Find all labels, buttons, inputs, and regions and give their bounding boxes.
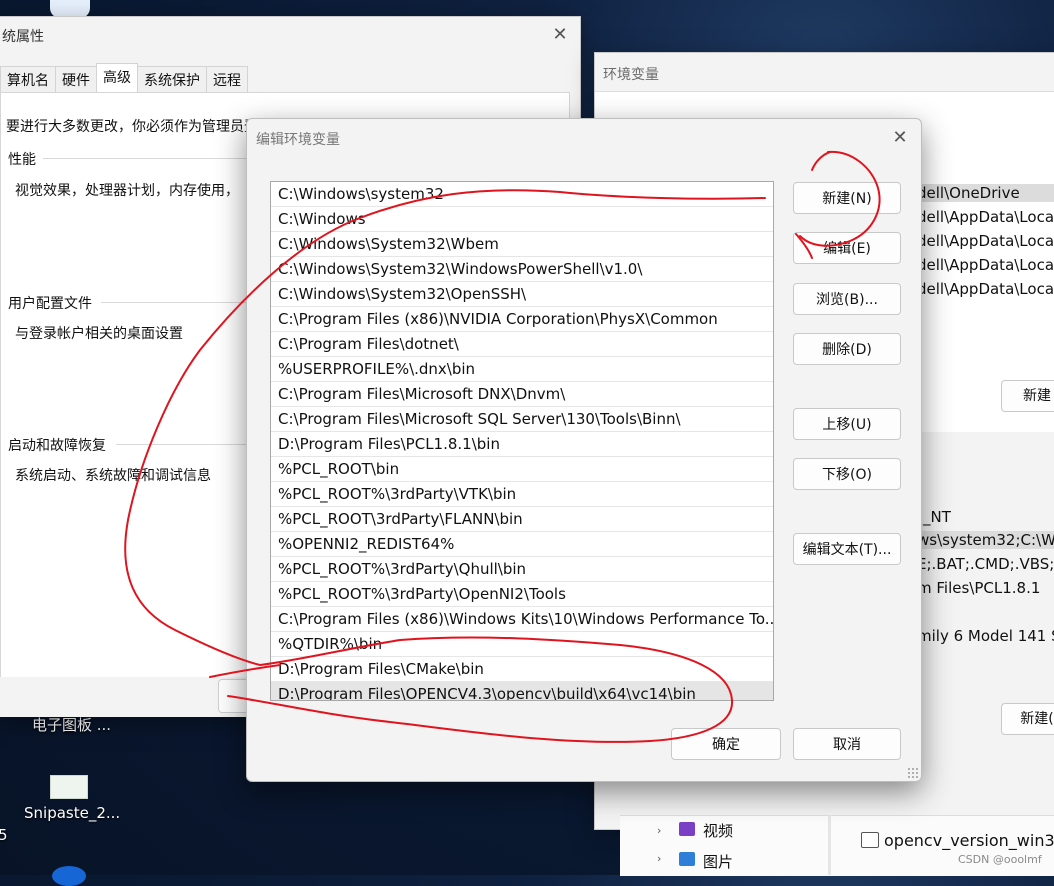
- ok-button[interactable]: 确定: [671, 728, 781, 760]
- tab-computer-name[interactable]: 算机名: [0, 66, 56, 92]
- system-variable-row[interactable]: ws\system32;C:\Wi: [917, 531, 1054, 549]
- cancel-button[interactable]: 取消: [793, 728, 901, 760]
- path-list-item[interactable]: %OPENNI2_REDIST64%: [271, 532, 773, 557]
- path-list-item[interactable]: %QTDIR%\bin: [271, 632, 773, 657]
- group-title-startup-recovery: 启动和故障恢复: [8, 438, 106, 454]
- video-folder-icon: [679, 822, 695, 836]
- move-down-button[interactable]: 下移(O): [793, 458, 901, 490]
- snipaste-thumbnail-icon[interactable]: [50, 775, 88, 799]
- desktop-icon-label-snipaste[interactable]: Snipaste_2...: [24, 804, 120, 822]
- path-list-item[interactable]: D:\Program Files\PCL1.8.1\bin: [271, 432, 773, 457]
- user-variable-row[interactable]: dell\OneDrive: [917, 184, 1054, 202]
- tab-system-protection[interactable]: 系统保护: [137, 66, 207, 92]
- exe-file-icon: [861, 832, 879, 848]
- path-list-item[interactable]: %PCL_ROOT%\3rdParty\Qhull\bin: [271, 557, 773, 582]
- path-list-item[interactable]: C:\Windows\system32: [271, 182, 773, 207]
- nav-item-videos[interactable]: 视频: [703, 820, 733, 841]
- delete-button[interactable]: 删除(D): [793, 333, 901, 365]
- group-text-startup-recovery: 系统启动、系统故障和调试信息: [15, 468, 211, 484]
- admin-notice: 要进行大多数更改，你必须作为管理员登录。: [6, 119, 286, 135]
- system-variable-row[interactable]: mily 6 Model 141 S: [917, 627, 1054, 645]
- pictures-folder-icon: [679, 852, 695, 866]
- user-new-button[interactable]: 新建: [1001, 380, 1054, 412]
- system-variable-row[interactable]: m Files\PCL1.8.1: [917, 579, 1040, 597]
- user-variable-row[interactable]: dell\AppData\Loca: [917, 232, 1054, 250]
- chevron-right-icon[interactable]: ›: [657, 824, 661, 837]
- tab-hardware[interactable]: 硬件: [55, 66, 97, 92]
- watermark: CSDN @ooolmf: [958, 853, 1042, 866]
- group-text-user-profiles: 与登录帐户相关的桌面设置: [15, 326, 183, 342]
- browse-button[interactable]: 浏览(B)...: [793, 283, 901, 315]
- group-title-performance: 性能: [8, 152, 36, 168]
- path-list-item[interactable]: %PCL_ROOT\bin: [271, 457, 773, 482]
- path-list-item[interactable]: C:\Program Files (x86)\Windows Kits\10\W…: [271, 607, 773, 632]
- edit-button[interactable]: 编辑(E): [793, 232, 901, 264]
- group-title-user-profiles: 用户配置文件: [8, 296, 92, 312]
- pane-divider[interactable]: [828, 815, 831, 875]
- path-list-item[interactable]: D:\Program Files\CMake\bin: [271, 657, 773, 682]
- path-list-item[interactable]: C:\Program Files\dotnet\: [271, 332, 773, 357]
- system-variable-row[interactable]: E;.BAT;.CMD;.VBS;.V: [917, 555, 1054, 573]
- tab-bar: 算机名 硬件 高级 系统保护 远程: [0, 63, 248, 93]
- path-list-item[interactable]: C:\Windows\System32\OpenSSH\: [271, 282, 773, 307]
- user-variable-row[interactable]: dell\AppData\Loca: [917, 280, 1054, 298]
- nav-item-pictures[interactable]: 图片: [703, 851, 733, 872]
- desktop-icon-label-cad[interactable]: 电子图板 ...: [32, 714, 111, 735]
- window-title: 编辑环境变量: [256, 132, 340, 148]
- tab-remote[interactable]: 远程: [206, 66, 248, 92]
- close-icon[interactable]: ✕: [548, 23, 572, 47]
- tab-advanced[interactable]: 高级: [96, 63, 138, 93]
- path-list-item[interactable]: C:\Program Files (x86)\NVIDIA Corporatio…: [271, 307, 773, 332]
- path-list-item[interactable]: %PCL_ROOT\3rdParty\FLANN\bin: [271, 507, 773, 532]
- path-list-item[interactable]: %USERPROFILE%\.dnx\bin: [271, 357, 773, 382]
- edit-environment-variable-dialog: 编辑环境变量 ✕ C:\Windows\system32 C:\Windows C:…: [246, 118, 922, 782]
- user-variable-row[interactable]: dell\AppData\Loca: [917, 208, 1054, 226]
- path-list-item[interactable]: D:\Program Files\OPENCV4.3\opencv\build\…: [271, 682, 773, 700]
- path-list-item[interactable]: C:\Windows\System32\WindowsPowerShell\v1…: [271, 257, 773, 282]
- window-title: 统属性: [2, 29, 44, 45]
- new-button[interactable]: 新建(N): [793, 182, 901, 214]
- path-list-item[interactable]: %PCL_ROOT%\3rdParty\OpenNI2\Tools: [271, 582, 773, 607]
- system-new-button[interactable]: 新建(: [1001, 703, 1054, 735]
- window-title: 环境变量: [603, 67, 659, 83]
- user-variable-row[interactable]: dell\AppData\Loca: [917, 256, 1054, 274]
- path-list-item[interactable]: %PCL_ROOT%\3rdParty\VTK\bin: [271, 482, 773, 507]
- path-list[interactable]: C:\Windows\system32 C:\Windows C:\Windows\…: [270, 181, 774, 701]
- path-list-item[interactable]: C:\Windows\System32\Wbem: [271, 232, 773, 257]
- chevron-right-icon[interactable]: ›: [657, 852, 661, 865]
- path-list-item[interactable]: C:\Program Files\Microsoft SQL Server\13…: [271, 407, 773, 432]
- system-variable-row[interactable]: _NT: [923, 508, 951, 526]
- resize-grip-icon[interactable]: [907, 767, 919, 779]
- path-list-item[interactable]: C:\Windows: [271, 207, 773, 232]
- edit-text-button[interactable]: 编辑文本(T)...: [793, 533, 901, 565]
- file-item-opencv-version[interactable]: opencv_version_win32.c: [884, 831, 1054, 850]
- taskbar-app-icon[interactable]: [52, 866, 86, 886]
- desktop-edge-text: 5: [0, 826, 8, 844]
- path-list-item[interactable]: C:\Program Files\Microsoft DNX\Dnvm\: [271, 382, 773, 407]
- close-icon[interactable]: ✕: [888, 126, 912, 150]
- move-up-button[interactable]: 上移(U): [793, 408, 901, 440]
- group-text-performance: 视觉效果，处理器计划，内存使用，: [15, 183, 239, 199]
